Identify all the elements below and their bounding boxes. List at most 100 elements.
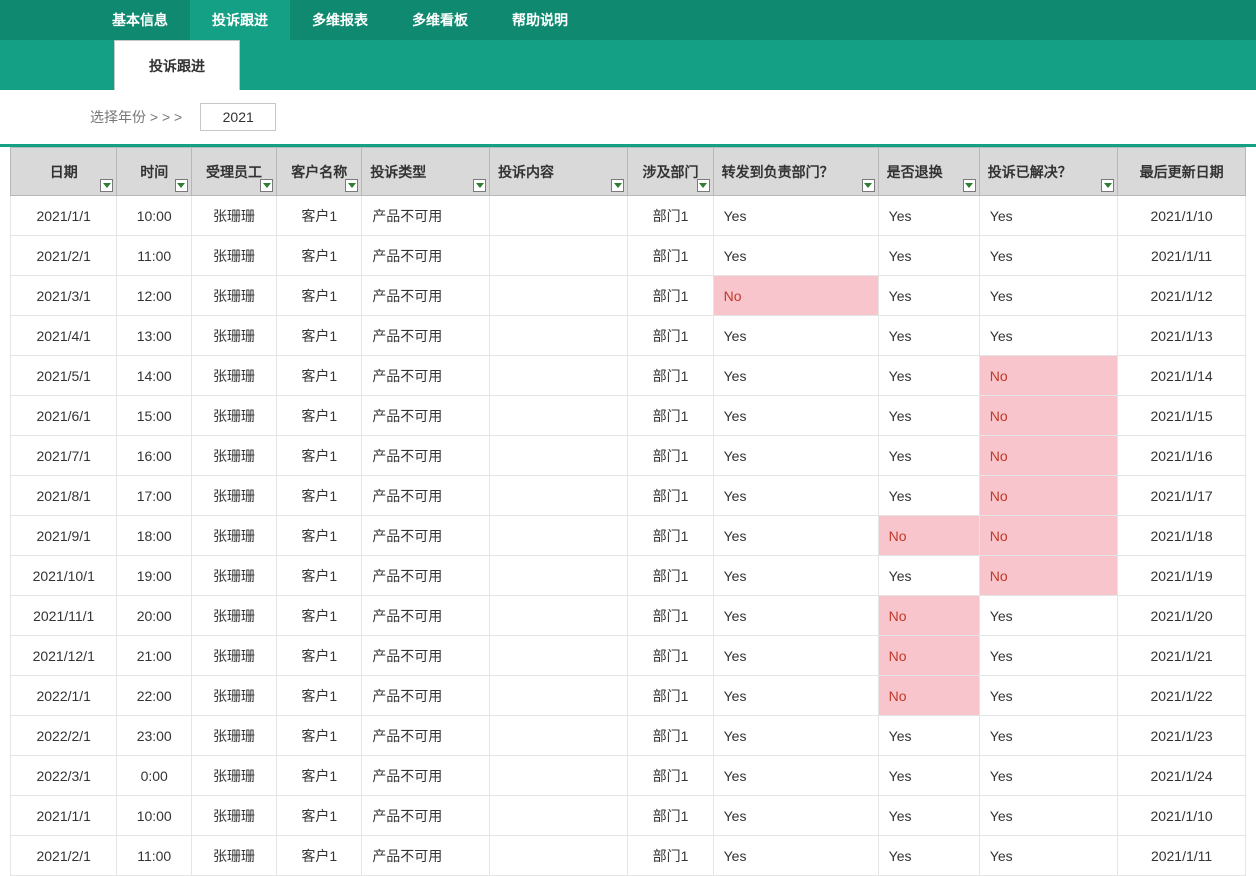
cell-time: 14:00 (117, 356, 192, 396)
cell-res: Yes (979, 636, 1117, 676)
table-row: 2021/3/112:00张珊珊客户1产品不可用部门1NoYesYes2021/… (11, 276, 1246, 316)
cell-type: 产品不可用 (362, 476, 490, 516)
cell-cust: 客户1 (277, 236, 362, 276)
cell-res: No (979, 556, 1117, 596)
nav-item-1[interactable]: 投诉跟进 (190, 0, 290, 40)
col-header-3[interactable]: 客户名称 (277, 148, 362, 196)
cell-emp: 张珊珊 (191, 396, 276, 436)
cell-cont (490, 356, 628, 396)
filter-dropdown-icon[interactable] (1101, 179, 1114, 192)
cell-cont (490, 436, 628, 476)
col-header-1[interactable]: 时间 (117, 148, 192, 196)
col-header-label: 客户名称 (291, 164, 347, 180)
cell-time: 22:00 (117, 676, 192, 716)
sub-tab-complaint-follow[interactable]: 投诉跟进 (114, 40, 240, 90)
filter-dropdown-icon[interactable] (260, 179, 273, 192)
col-header-label: 时间 (140, 164, 168, 180)
filter-dropdown-icon[interactable] (611, 179, 624, 192)
cell-cust: 客户1 (277, 716, 362, 756)
cell-res: Yes (979, 796, 1117, 836)
filter-dropdown-icon[interactable] (473, 179, 486, 192)
cell-upd: 2021/1/12 (1118, 276, 1246, 316)
cell-time: 17:00 (117, 476, 192, 516)
table-row: 2022/1/122:00张珊珊客户1产品不可用部门1YesNoYes2021/… (11, 676, 1246, 716)
top-nav: 基本信息投诉跟进多维报表多维看板帮助说明 (0, 0, 1256, 40)
filter-dropdown-icon[interactable] (862, 179, 875, 192)
col-header-2[interactable]: 受理员工 (191, 148, 276, 196)
cell-time: 0:00 (117, 756, 192, 796)
cell-emp: 张珊珊 (191, 356, 276, 396)
filter-dropdown-icon[interactable] (345, 179, 358, 192)
cell-cust: 客户1 (277, 276, 362, 316)
col-header-9[interactable]: 投诉已解决？ (979, 148, 1117, 196)
cell-ret: No (878, 516, 979, 556)
cell-fwd: Yes (713, 436, 878, 476)
cell-cust: 客户1 (277, 596, 362, 636)
nav-item-2[interactable]: 多维报表 (290, 0, 390, 40)
cell-time: 13:00 (117, 316, 192, 356)
nav-item-4[interactable]: 帮助说明 (490, 0, 590, 40)
cell-fwd: Yes (713, 556, 878, 596)
filter-dropdown-icon[interactable] (697, 179, 710, 192)
cell-upd: 2021/1/23 (1118, 716, 1246, 756)
cell-dept: 部门1 (628, 676, 713, 716)
year-input[interactable] (200, 103, 276, 131)
table-row: 2021/5/114:00张珊珊客户1产品不可用部门1YesYesNo2021/… (11, 356, 1246, 396)
col-header-7[interactable]: 转发到负责部门？ (713, 148, 878, 196)
cell-type: 产品不可用 (362, 716, 490, 756)
cell-cust: 客户1 (277, 836, 362, 876)
col-header-8[interactable]: 是否退换 (878, 148, 979, 196)
cell-date: 2022/2/1 (11, 716, 117, 756)
col-header-0[interactable]: 日期 (11, 148, 117, 196)
cell-cont (490, 756, 628, 796)
col-header-6[interactable]: 涉及部门 (628, 148, 713, 196)
cell-cont (490, 396, 628, 436)
cell-ret: No (878, 676, 979, 716)
cell-cust: 客户1 (277, 556, 362, 596)
nav-item-0[interactable]: 基本信息 (90, 0, 190, 40)
cell-date: 2021/9/1 (11, 516, 117, 556)
cell-upd: 2021/1/24 (1118, 756, 1246, 796)
filter-dropdown-icon[interactable] (963, 179, 976, 192)
cell-cont (490, 196, 628, 236)
col-header-label: 受理员工 (206, 164, 262, 180)
cell-ret: Yes (878, 196, 979, 236)
cell-dept: 部门1 (628, 236, 713, 276)
table-body: 2021/1/110:00张珊珊客户1产品不可用部门1YesYesYes2021… (11, 196, 1246, 876)
cell-cont (490, 796, 628, 836)
cell-fwd: Yes (713, 676, 878, 716)
cell-fwd: Yes (713, 716, 878, 756)
col-header-5[interactable]: 投诉内容 (490, 148, 628, 196)
nav-item-3[interactable]: 多维看板 (390, 0, 490, 40)
cell-date: 2021/1/1 (11, 196, 117, 236)
col-header-4[interactable]: 投诉类型 (362, 148, 490, 196)
cell-upd: 2021/1/22 (1118, 676, 1246, 716)
cell-upd: 2021/1/10 (1118, 196, 1246, 236)
col-header-label: 投诉已解决？ (988, 164, 1072, 180)
cell-emp: 张珊珊 (191, 716, 276, 756)
cell-fwd: Yes (713, 796, 878, 836)
sub-nav-bar: 投诉跟进 (0, 40, 1256, 90)
cell-type: 产品不可用 (362, 316, 490, 356)
cell-emp: 张珊珊 (191, 196, 276, 236)
col-header-label: 转发到负责部门？ (722, 164, 834, 180)
cell-emp: 张珊珊 (191, 556, 276, 596)
filter-dropdown-icon[interactable] (100, 179, 113, 192)
col-header-10[interactable]: 最后更新日期 (1118, 148, 1246, 196)
cell-upd: 2021/1/13 (1118, 316, 1246, 356)
year-label: 选择年份 > > > (90, 107, 182, 127)
cell-time: 19:00 (117, 556, 192, 596)
cell-res: Yes (979, 836, 1117, 876)
table-row: 2022/3/10:00张珊珊客户1产品不可用部门1YesYesYes2021/… (11, 756, 1246, 796)
cell-res: No (979, 476, 1117, 516)
cell-time: 15:00 (117, 396, 192, 436)
col-header-label: 投诉内容 (498, 164, 554, 180)
table-row: 2021/1/110:00张珊珊客户1产品不可用部门1YesYesYes2021… (11, 196, 1246, 236)
table-row: 2022/2/123:00张珊珊客户1产品不可用部门1YesYesYes2021… (11, 716, 1246, 756)
cell-cont (490, 676, 628, 716)
cell-emp: 张珊珊 (191, 516, 276, 556)
filter-dropdown-icon[interactable] (175, 179, 188, 192)
cell-time: 16:00 (117, 436, 192, 476)
table-row: 2021/9/118:00张珊珊客户1产品不可用部门1YesNoNo2021/1… (11, 516, 1246, 556)
cell-date: 2022/3/1 (11, 756, 117, 796)
